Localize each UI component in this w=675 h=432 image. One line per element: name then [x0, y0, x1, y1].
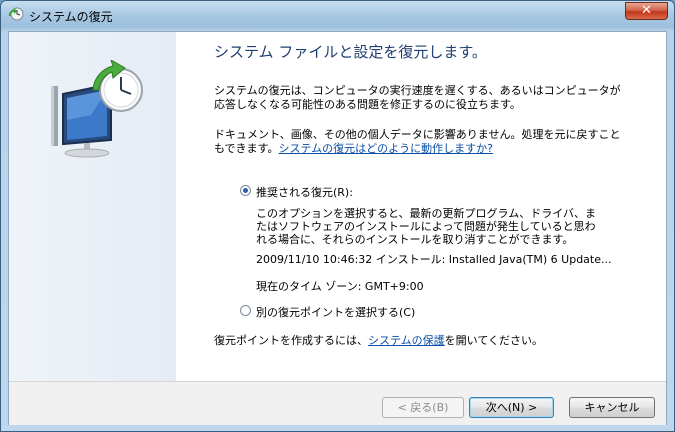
choose-other-restore-label[interactable]: 別の復元ポイントを選択する(C) [256, 304, 415, 320]
system-protection-link[interactable]: システムの保護 [368, 334, 445, 347]
recommended-restore-description: このオプションを選択すると、最新の更新プログラム、ドライバ、またはソフトウェアの… [256, 207, 597, 246]
close-icon: ✕ [641, 3, 652, 18]
timezone-info: 現在のタイム ゾーン: GMT+9:00 [256, 280, 424, 293]
cancel-button[interactable]: キャンセル [569, 397, 655, 418]
note-suffix: を開いてください。 [444, 334, 544, 347]
button-bar: < 戻る(B) 次へ(N) > キャンセル [9, 381, 666, 425]
restore-point-info: 2009/11/10 10:46:32 インストール: Installed Ja… [256, 253, 612, 266]
page-heading: システム ファイルと設定を復元します。 [214, 43, 487, 61]
system-protection-note: 復元ポイントを作成するには、システムの保護を開いてください。 [214, 332, 543, 348]
how-it-works-link[interactable]: システムの復元はどのように動作しますか? [278, 142, 493, 155]
content-panel: システム ファイルと設定を復元します。 システムの復元は、コンピュータの実行速度… [176, 32, 666, 381]
choose-other-restore-radio[interactable] [240, 305, 251, 316]
recommended-restore-label[interactable]: 推奨される復元(R): [256, 184, 353, 200]
close-button[interactable]: ✕ [625, 2, 668, 20]
recommended-restore-radio[interactable] [240, 185, 251, 196]
window-title: システムの復元 [29, 10, 113, 24]
system-restore-icon [8, 7, 24, 23]
system-restore-illustration-icon [41, 58, 151, 164]
next-button[interactable]: 次へ(N) > [469, 397, 554, 418]
dialog-client: システム ファイルと設定を復元します。 システムの復元は、コンピュータの実行速度… [8, 31, 667, 425]
dialog-window: システムの復元 ✕ システム ファイルと設定を復元します。 システムの復元は、コ… [0, 0, 675, 432]
description-text: システムの復元は、コンピュータの実行速度を遅くする、あるいはコンピュータが応答し… [214, 84, 621, 111]
note-prefix: 復元ポイントを作成するには、 [214, 334, 368, 347]
title-bar[interactable]: システムの復元 ✕ [1, 1, 674, 31]
left-panel [9, 32, 176, 381]
back-button[interactable]: < 戻る(B) [382, 397, 464, 418]
info-text: ドキュメント、画像、その他の個人データに影響ありません。処理を元に戻すこともでき… [214, 128, 624, 156]
